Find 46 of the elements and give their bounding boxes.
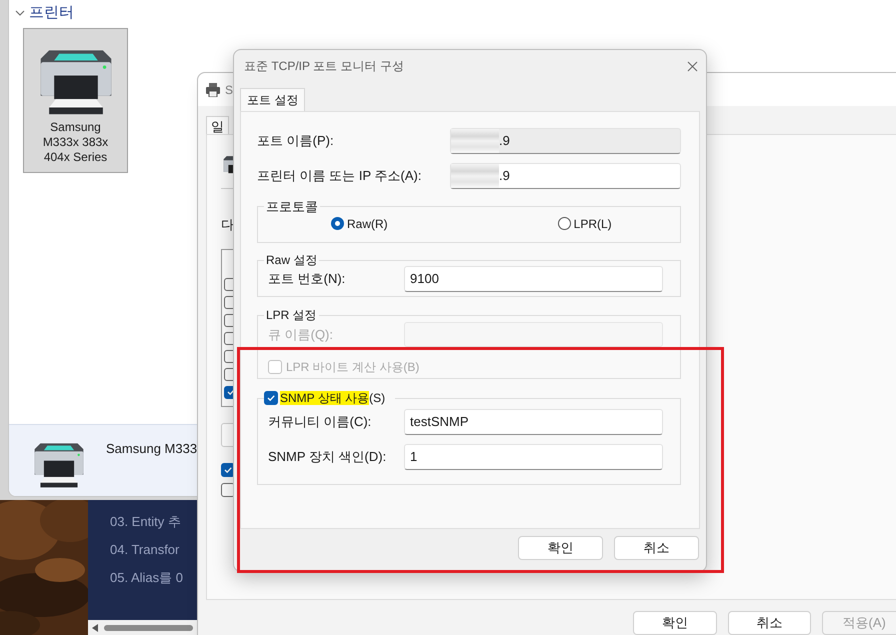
slide-item: 04. Transfor (110, 542, 180, 558)
radio-button[interactable] (331, 217, 344, 230)
field-label: 커뮤니티 이름(C): (268, 413, 372, 432)
radio-label: LPR(L) (574, 216, 612, 232)
group-title: 프로토콜 (265, 198, 319, 216)
checkbox-label: LPR 바이트 계산 사용(B) (286, 359, 420, 376)
slide-item: 05. Alias를 0 (110, 570, 183, 586)
group-title: LPR 설정 (265, 307, 318, 324)
radio-button[interactable] (558, 217, 571, 230)
printer-name: Samsung M333x 383x 404x Series (42, 120, 110, 165)
checkmark-icon (266, 393, 276, 403)
printer-icon (205, 82, 221, 96)
scrollbar[interactable] (88, 620, 197, 635)
input-field[interactable]: .9 (450, 128, 681, 154)
checkbox[interactable] (264, 391, 278, 405)
input-field[interactable]: 1 (404, 444, 663, 470)
close-icon[interactable] (687, 60, 698, 72)
dialog-button[interactable]: 취소 (728, 611, 812, 635)
window-title: S (225, 82, 234, 98)
radio-label: Raw(R) (347, 216, 388, 232)
input-field[interactable]: .9 (450, 163, 681, 189)
details-name: Samsung M333 (106, 440, 198, 458)
field-label: 포트 이름(P): (257, 132, 335, 150)
tab[interactable]: 일 (206, 116, 229, 136)
printer-tile[interactable]: Samsung M333x 383x 404x Series (23, 28, 128, 173)
checkbox-label: SNMP 상태 사용(S) (280, 390, 386, 407)
field-label: 프린터 이름 또는 IP 주소(A): (257, 167, 422, 186)
field-label: 큐 이름(Q): (268, 326, 334, 344)
field-label: 포트 번호(N): (268, 270, 346, 288)
field-label: 다 (221, 216, 234, 234)
dialog-button[interactable]: 확인 (518, 536, 603, 560)
chevron-icon[interactable] (15, 8, 25, 18)
group-title: Raw 설정 (265, 252, 318, 269)
field-label: SNMP 장치 색인(D): (268, 448, 388, 466)
left-arrow-icon[interactable] (92, 624, 98, 632)
input-field[interactable]: testSNMP (404, 409, 663, 435)
dialog-title: 표준 TCP/IP 포트 모니터 구성 (244, 58, 404, 75)
input-field[interactable]: 9100 (404, 266, 663, 292)
dialog-button[interactable]: 취소 (614, 536, 699, 560)
slide-item: 03. Entity 추 (110, 514, 181, 530)
redaction-blur (451, 164, 499, 188)
tab[interactable]: 포트 설정 (240, 88, 306, 111)
section-title: 프린터 (29, 2, 74, 23)
checkmark-icon (223, 464, 233, 474)
dialog-button[interactable]: 확인 (633, 611, 717, 635)
redaction-blur (451, 129, 499, 153)
